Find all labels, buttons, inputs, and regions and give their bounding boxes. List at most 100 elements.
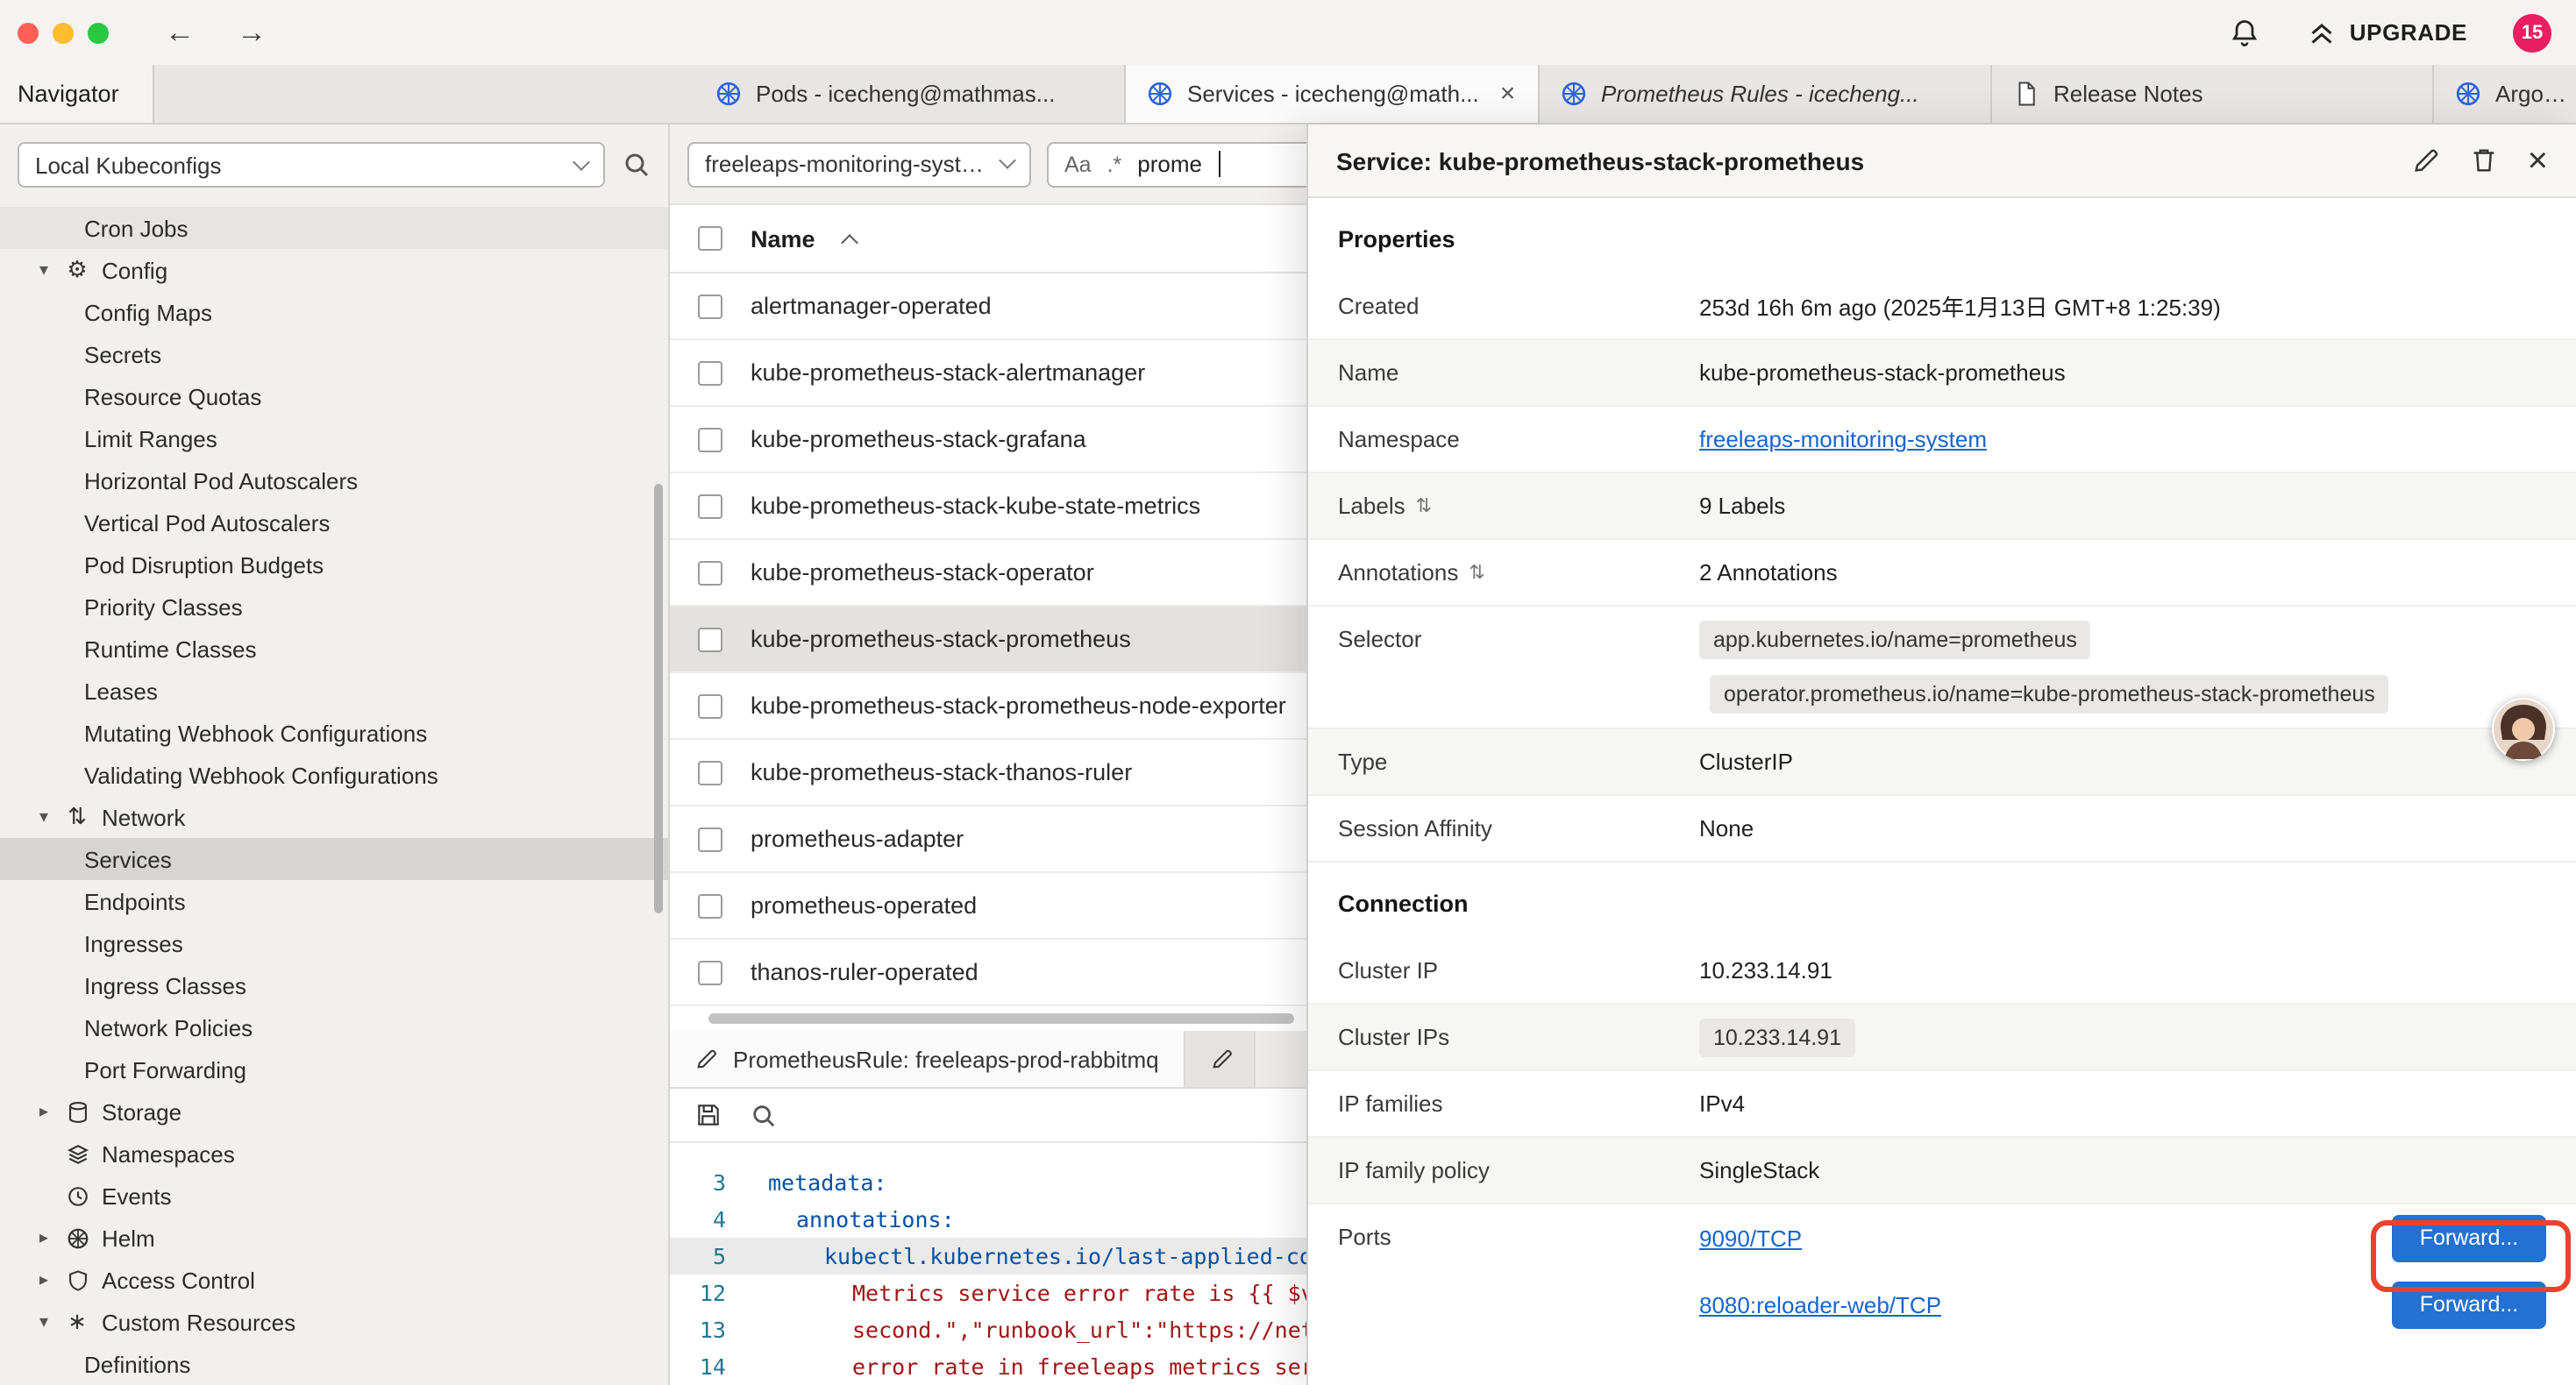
tab-pods[interactable]: Pods - icecheng@mathmas... xyxy=(694,65,1126,123)
window-close-button[interactable] xyxy=(18,22,39,43)
chevron-right-icon[interactable]: ▸ xyxy=(35,1102,53,1121)
delete-icon[interactable] xyxy=(2470,146,2500,175)
back-icon[interactable]: ← xyxy=(165,18,195,47)
sidebar-item-config[interactable]: ▾ ⚙ Config xyxy=(0,249,668,291)
editor-tab-prometheusrule[interactable]: PrometheusRule: freeleaps-prod-rabbitmq xyxy=(670,1031,1185,1087)
tab-services[interactable]: Services - icecheng@math... × xyxy=(1126,65,1540,123)
sidebar-item-mutating-webhook-configurations[interactable]: Mutating Webhook Configurations xyxy=(0,712,668,754)
close-icon[interactable]: × xyxy=(2528,143,2548,178)
sidebar-item-pod-disruption-budgets[interactable]: Pod Disruption Budgets xyxy=(0,543,668,586)
search-icon[interactable] xyxy=(623,151,651,179)
sidebar-item-services[interactable]: Services xyxy=(0,838,668,880)
drawer-body: Properties Created 253d 16h 6m ago (2025… xyxy=(1308,198,2576,1385)
sidebar-item-custom-resources[interactable]: ▾ ∗ Custom Resources xyxy=(0,1301,668,1343)
forward-button[interactable]: Forward... xyxy=(2392,1214,2546,1261)
save-icon[interactable] xyxy=(694,1101,722,1129)
kubernetes-icon xyxy=(2455,81,2481,107)
namespaces-icon xyxy=(63,1142,91,1165)
sidebar-item-leases[interactable]: Leases xyxy=(0,670,668,712)
text-cursor xyxy=(1218,151,1220,177)
sidebar-item-priority-classes[interactable]: Priority Classes xyxy=(0,586,668,628)
horizontal-scrollbar[interactable] xyxy=(708,1013,1294,1024)
sidebar-item-cron-jobs[interactable]: Cron Jobs xyxy=(0,207,668,249)
row-checkbox[interactable] xyxy=(698,893,722,918)
regex-toggle[interactable]: .* xyxy=(1107,152,1122,176)
namespace-link[interactable]: freeleaps-monitoring-system xyxy=(1699,426,1987,452)
sidebar-item-limit-ranges[interactable]: Limit Ranges xyxy=(0,417,668,459)
sidebar-item-access-control[interactable]: ▸ Access Control xyxy=(0,1259,668,1301)
row-checkbox[interactable] xyxy=(698,360,722,385)
chevron-down-icon[interactable]: ▾ xyxy=(35,1312,53,1332)
window-minimize-button[interactable] xyxy=(53,22,74,43)
forward-button[interactable]: Forward... xyxy=(2392,1281,2546,1328)
sidebar-item-endpoints[interactable]: Endpoints xyxy=(0,880,668,922)
expand-collapse-icon[interactable]: ⇅ xyxy=(1416,494,1432,517)
tab-argo[interactable]: Argo Se xyxy=(2434,65,2576,123)
sidebar-item-definitions[interactable]: Definitions xyxy=(0,1343,668,1385)
row-checkbox[interactable] xyxy=(698,627,722,651)
sort-ascending-icon[interactable] xyxy=(841,234,858,252)
helm-icon xyxy=(63,1226,91,1249)
close-tab-icon[interactable]: × xyxy=(1500,79,1516,109)
avatar[interactable] xyxy=(2492,698,2555,761)
row-checkbox[interactable] xyxy=(698,427,722,451)
sidebar-item-storage[interactable]: ▸ Storage xyxy=(0,1090,668,1133)
row-checkbox[interactable] xyxy=(698,760,722,785)
sidebar-item-resource-quotas[interactable]: Resource Quotas xyxy=(0,375,668,417)
sidebar-item-ingress-classes[interactable]: Ingress Classes xyxy=(0,964,668,1006)
document-icon xyxy=(2013,81,2039,107)
sidebar-item-network[interactable]: ▾ ⇅ Network xyxy=(0,796,668,838)
search-icon[interactable] xyxy=(751,1102,777,1128)
forward-icon[interactable]: → xyxy=(237,18,267,47)
row-checkbox[interactable] xyxy=(698,827,722,851)
sidebar-item-config-maps[interactable]: Config Maps xyxy=(0,291,668,333)
sidebar-item-helm[interactable]: ▸ Helm xyxy=(0,1217,668,1259)
expand-collapse-icon[interactable]: ⇅ xyxy=(1469,561,1484,584)
name-column-header[interactable]: Name xyxy=(751,225,815,252)
sidebar-controls: Local Kubeconfigs xyxy=(0,124,668,205)
select-all-checkbox[interactable] xyxy=(698,226,722,251)
row-checkbox[interactable] xyxy=(698,294,722,318)
upgrade-label: UPGRADE xyxy=(2350,19,2467,46)
sidebar-item-port-forwarding[interactable]: Port Forwarding xyxy=(0,1048,668,1090)
port-link[interactable]: 9090/TCP xyxy=(1699,1225,1802,1251)
chevron-down-icon[interactable]: ▾ xyxy=(35,807,53,827)
drawer-title: Service: kube-prometheus-stack-prometheu… xyxy=(1336,146,2384,174)
sidebar-item-namespaces[interactable]: Namespaces xyxy=(0,1133,668,1175)
connection-row-cluster-ip: Cluster IP 10.233.14.91 xyxy=(1308,938,2576,1005)
sidebar-item-horizontal-pod-autoscalers[interactable]: Horizontal Pod Autoscalers xyxy=(0,459,668,501)
sidebar-item-ingresses[interactable]: Ingresses xyxy=(0,922,668,964)
properties-heading: Properties xyxy=(1338,226,2546,252)
kubeconfig-selector[interactable]: Local Kubeconfigs xyxy=(18,142,605,188)
notification-badge[interactable]: 15 xyxy=(2513,13,2551,52)
tab-prometheus-rules[interactable]: Prometheus Rules - icecheng... xyxy=(1540,65,1992,123)
sidebar-item-secrets[interactable]: Secrets xyxy=(0,333,668,375)
tab-navigator[interactable]: Navigator xyxy=(0,65,154,123)
connection-row-ports: Ports 9090/TCP Forward... 8080:reloader-… xyxy=(1308,1204,2576,1338)
tab-release-notes[interactable]: Release Notes xyxy=(1992,65,2434,123)
sidebar-item-runtime-classes[interactable]: Runtime Classes xyxy=(0,628,668,670)
port-link[interactable]: 8080:reloader-web/TCP xyxy=(1699,1291,1941,1318)
row-checkbox[interactable] xyxy=(698,560,722,585)
sidebar-item-validating-webhook-configurations[interactable]: Validating Webhook Configurations xyxy=(0,754,668,796)
sidebar-item-network-policies[interactable]: Network Policies xyxy=(0,1006,668,1048)
row-checkbox[interactable] xyxy=(698,494,722,518)
upgrade-button[interactable]: UPGRADE xyxy=(2306,17,2467,48)
bell-icon[interactable] xyxy=(2229,17,2260,48)
sidebar-scrollbar[interactable] xyxy=(654,484,663,913)
chevron-right-icon[interactable]: ▸ xyxy=(35,1228,53,1247)
row-checkbox[interactable] xyxy=(698,960,722,984)
connection-row-ip-family-policy: IP family policy SingleStack xyxy=(1308,1138,2576,1204)
selector-badge: app.kubernetes.io/name=prometheus xyxy=(1699,621,2091,659)
namespace-filter-dropdown[interactable]: freeleaps-monitoring-system xyxy=(687,141,1031,187)
chevron-right-icon[interactable]: ▸ xyxy=(35,1270,53,1289)
chevron-down-icon[interactable]: ▾ xyxy=(35,260,53,280)
match-case-toggle[interactable]: Aa xyxy=(1064,152,1092,176)
sidebar-item-vertical-pod-autoscalers[interactable]: Vertical Pod Autoscalers xyxy=(0,501,668,543)
row-checkbox[interactable] xyxy=(698,693,722,718)
sidebar-item-events[interactable]: Events xyxy=(0,1175,668,1217)
storage-icon xyxy=(63,1100,91,1123)
editor-tab-partial[interactable] xyxy=(1185,1031,1256,1087)
window-zoom-button[interactable] xyxy=(88,22,109,43)
edit-icon[interactable] xyxy=(2412,146,2442,175)
